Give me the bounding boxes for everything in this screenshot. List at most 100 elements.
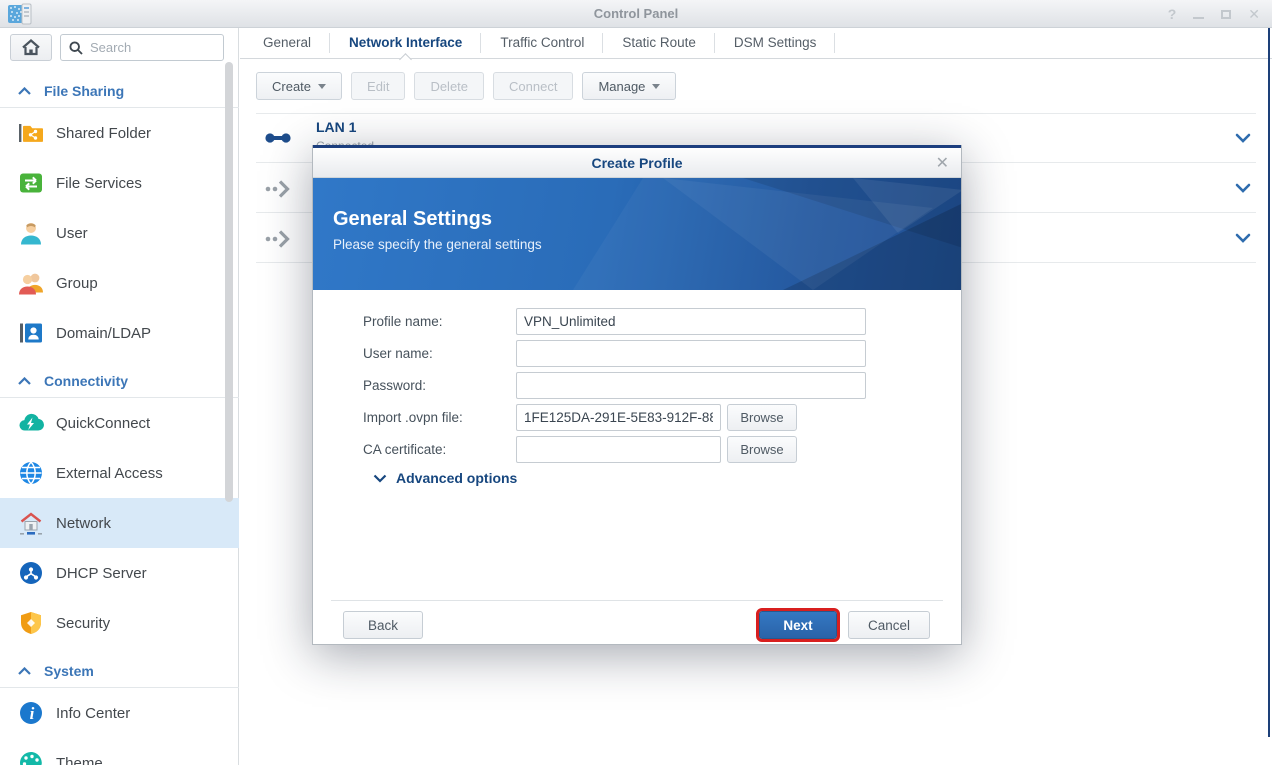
tab-static-route[interactable]: Static Route	[603, 28, 715, 58]
user-name-label: User name:	[363, 346, 516, 361]
sidebar-item-shared-folder[interactable]: Shared Folder	[0, 108, 239, 158]
sidebar: File Sharing Shared Folder File Ser	[0, 28, 239, 765]
window-title: Control Panel	[0, 0, 1272, 28]
toolbar: Create Edit Delete Connect Manage	[240, 59, 1272, 113]
back-button[interactable]: Back	[343, 611, 423, 639]
sidebar-item-label: Security	[56, 615, 110, 632]
sidebar-item-label: QuickConnect	[56, 415, 150, 432]
cancel-button[interactable]: Cancel	[848, 611, 930, 639]
network-icon	[18, 510, 44, 536]
user-name-input[interactable]	[516, 340, 866, 367]
theme-icon	[18, 750, 44, 765]
home-button[interactable]	[10, 34, 52, 61]
maximize-icon[interactable]	[1221, 7, 1231, 21]
search-box[interactable]	[60, 34, 224, 61]
lan-connection-icon	[264, 125, 292, 151]
caret-down-icon	[318, 84, 326, 89]
search-icon	[69, 41, 83, 55]
sidebar-item-label: External Access	[56, 465, 163, 482]
sidebar-scrollbar[interactable]	[225, 62, 233, 502]
home-icon	[22, 39, 40, 56]
pppoe-connection-icon	[264, 225, 292, 251]
dialog-titlebar[interactable]: Create Profile ✕	[313, 148, 961, 178]
section-label: Connectivity	[44, 373, 128, 389]
advanced-options-toggle[interactable]: Advanced options	[373, 470, 517, 486]
sidebar-item-label: Group	[56, 275, 98, 292]
dialog-heading: General Settings	[333, 208, 542, 231]
tab-network-interface[interactable]: Network Interface	[330, 28, 481, 58]
sidebar-section-file-sharing[interactable]: File Sharing	[0, 78, 239, 104]
external-access-icon	[18, 460, 44, 486]
caret-down-icon	[652, 84, 660, 89]
shared-folder-icon	[18, 120, 44, 146]
sidebar-item-domain-ldap[interactable]: Domain/LDAP	[0, 308, 239, 358]
sidebar-item-label: Domain/LDAP	[56, 325, 151, 342]
pppoe-connection-icon	[264, 175, 292, 201]
import-ovpn-input[interactable]	[516, 404, 721, 431]
tab-dsm-settings[interactable]: DSM Settings	[715, 28, 836, 58]
control-panel-window: Control Panel ? ✕	[0, 0, 1272, 765]
section-label: File Sharing	[44, 83, 124, 99]
window-right-border	[1268, 28, 1270, 737]
quickconnect-icon	[18, 410, 44, 436]
dhcp-server-icon	[18, 560, 44, 586]
tab-traffic-control[interactable]: Traffic Control	[481, 28, 603, 58]
chevron-up-icon	[18, 667, 31, 675]
ca-certificate-label: CA certificate:	[363, 442, 516, 457]
sidebar-section-connectivity[interactable]: Connectivity	[0, 368, 239, 394]
tab-bar: General Network Interface Traffic Contro…	[240, 28, 1272, 59]
sidebar-item-security[interactable]: Security	[0, 598, 239, 648]
sidebar-section-system[interactable]: System	[0, 658, 239, 684]
edit-button[interactable]: Edit	[351, 72, 405, 100]
sidebar-item-info-center[interactable]: i Info Center	[0, 688, 239, 738]
chevron-down-icon[interactable]	[1234, 229, 1252, 247]
sidebar-item-label: Shared Folder	[56, 125, 151, 142]
sidebar-item-quickconnect[interactable]: QuickConnect	[0, 398, 239, 448]
help-icon[interactable]: ?	[1168, 7, 1177, 21]
sidebar-nav: File Sharing Shared Folder File Ser	[0, 68, 239, 765]
sidebar-item-label: DHCP Server	[56, 565, 147, 582]
tab-general[interactable]: General	[244, 28, 330, 58]
advanced-options-label: Advanced options	[396, 470, 517, 486]
next-button[interactable]: Next	[759, 611, 837, 639]
domain-ldap-icon	[18, 320, 44, 346]
ca-certificate-input[interactable]	[516, 436, 721, 463]
sidebar-item-network[interactable]: Network	[0, 498, 239, 548]
profile-name-label: Profile name:	[363, 314, 516, 329]
delete-button[interactable]: Delete	[414, 72, 484, 100]
manage-button[interactable]: Manage	[582, 72, 676, 100]
sidebar-item-theme[interactable]: Theme	[0, 738, 239, 765]
sidebar-item-user[interactable]: User	[0, 208, 239, 258]
chevron-up-icon	[18, 87, 31, 95]
file-services-icon	[18, 170, 44, 196]
browse-ca-button[interactable]: Browse	[727, 436, 797, 463]
sidebar-item-dhcp-server[interactable]: DHCP Server	[0, 548, 239, 598]
dialog-body: Profile name: User name: Password: Impor…	[313, 290, 961, 600]
chevron-down-icon	[373, 474, 387, 483]
browse-ovpn-button[interactable]: Browse	[727, 404, 797, 431]
sidebar-item-group[interactable]: Group	[0, 258, 239, 308]
dialog-footer: Back Next Cancel	[331, 600, 943, 645]
close-icon[interactable]: ✕	[1248, 7, 1260, 21]
sidebar-item-file-services[interactable]: File Services	[0, 158, 239, 208]
svg-text:i: i	[30, 704, 35, 723]
sidebar-item-label: User	[56, 225, 88, 242]
minimize-icon[interactable]	[1193, 7, 1204, 21]
user-icon	[18, 220, 44, 246]
dialog-title: Create Profile	[313, 148, 961, 178]
chevron-down-icon[interactable]	[1234, 179, 1252, 197]
sidebar-item-external-access[interactable]: External Access	[0, 448, 239, 498]
profile-name-input[interactable]	[516, 308, 866, 335]
chevron-down-icon[interactable]	[1234, 129, 1252, 147]
dialog-subheading: Please specify the general settings	[333, 237, 542, 252]
sidebar-item-label: Theme	[56, 755, 103, 765]
password-input[interactable]	[516, 372, 866, 399]
group-icon	[18, 270, 44, 296]
divider	[256, 113, 1256, 114]
sidebar-item-label: Network	[56, 515, 111, 532]
connect-button[interactable]: Connect	[493, 72, 573, 100]
sidebar-item-label: Info Center	[56, 705, 130, 722]
create-button[interactable]: Create	[256, 72, 342, 100]
search-input[interactable]	[90, 40, 210, 55]
dialog-close-icon[interactable]: ✕	[936, 153, 949, 173]
